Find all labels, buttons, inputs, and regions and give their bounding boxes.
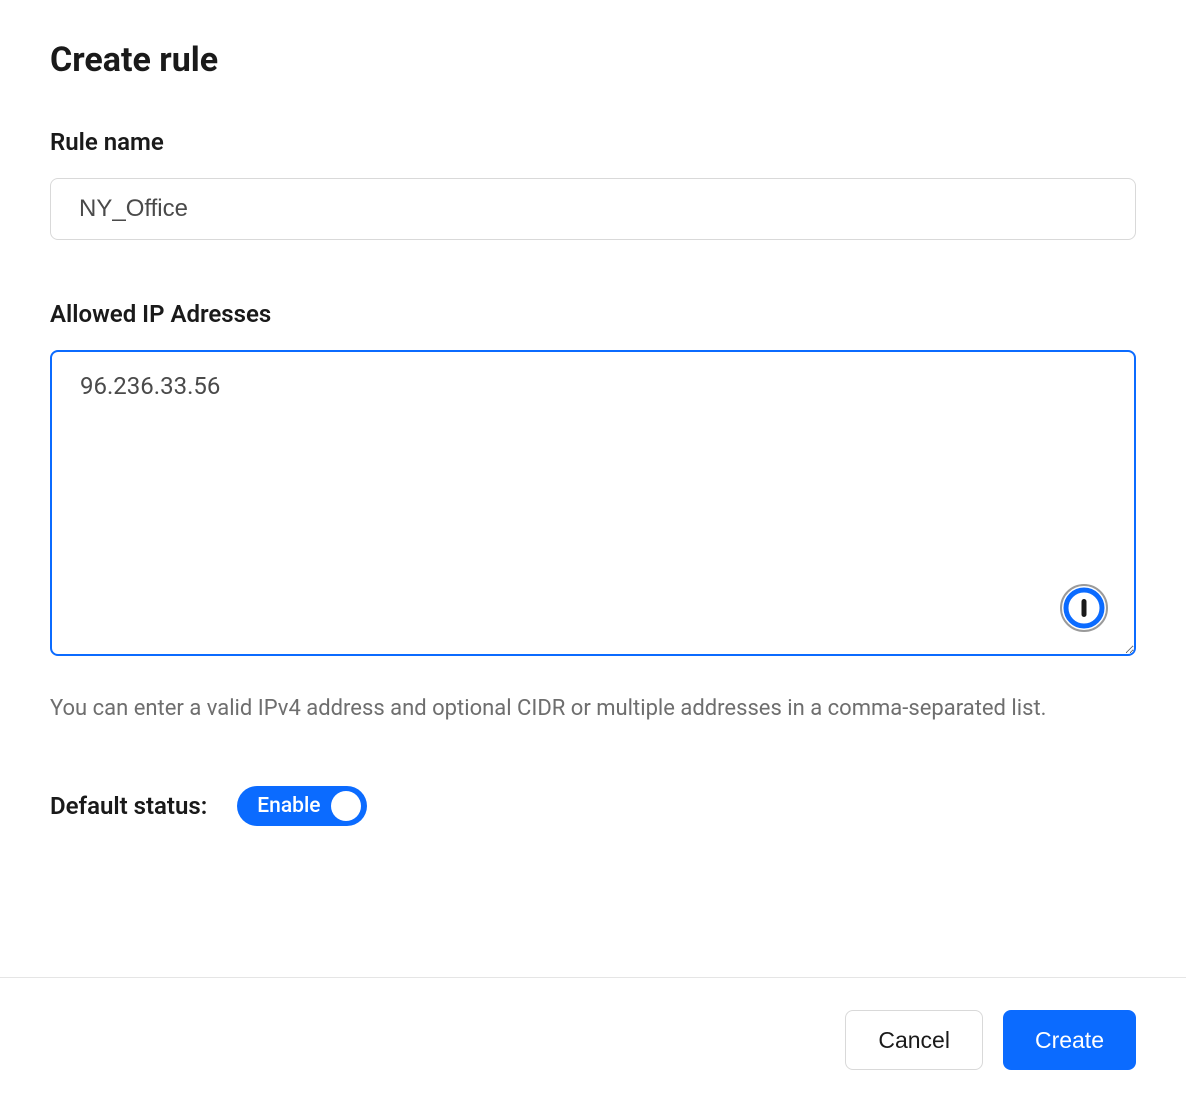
toggle-label: Enable [257, 794, 320, 818]
default-status-row: Default status: Enable [50, 786, 1136, 826]
rule-name-label: Rule name [50, 128, 1136, 156]
allowed-ips-wrapper: 96.236.33.56 [50, 350, 1136, 660]
allowed-ips-helper: You can enter a valid IPv4 address and o… [50, 692, 1136, 726]
footer: Cancel Create [0, 977, 1186, 1102]
default-status-toggle[interactable]: Enable [237, 786, 366, 826]
rule-name-group: Rule name [50, 128, 1136, 240]
allowed-ips-group: Allowed IP Adresses 96.236.33.56 You can… [50, 300, 1136, 726]
allowed-ips-textarea[interactable]: 96.236.33.56 [50, 350, 1136, 656]
allowed-ips-label: Allowed IP Adresses [50, 300, 1136, 328]
toggle-knob [331, 791, 361, 821]
create-button[interactable]: Create [1003, 1010, 1136, 1070]
password-manager-icon[interactable] [1060, 584, 1108, 632]
rule-name-input[interactable] [50, 178, 1136, 240]
default-status-label: Default status: [50, 792, 207, 820]
page-title: Create rule [50, 40, 1136, 80]
cancel-button[interactable]: Cancel [845, 1010, 983, 1070]
